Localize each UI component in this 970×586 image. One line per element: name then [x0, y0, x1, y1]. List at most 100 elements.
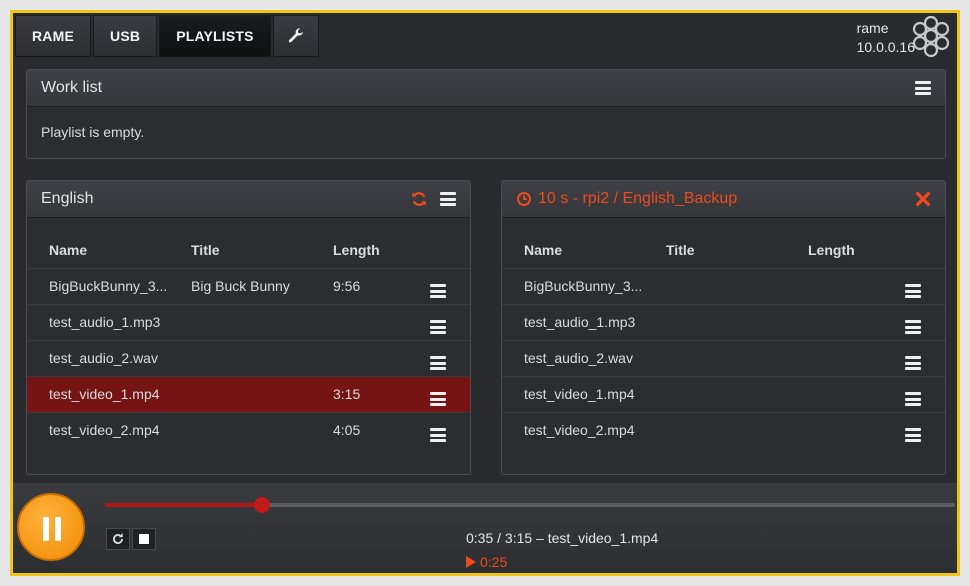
tab-usb[interactable]: USB: [93, 15, 158, 57]
menu-icon[interactable]: [915, 81, 931, 95]
stop-icon: [139, 534, 149, 544]
app-frame: RAME USB PLAYLISTS rame 10.0.0.16 Work l…: [10, 10, 960, 576]
cell-title: [169, 411, 311, 448]
column-name[interactable]: Name: [502, 232, 644, 268]
column-actions: [401, 232, 470, 268]
worklist-empty-text: Playlist is empty.: [41, 124, 145, 140]
cell-length: 3:15: [311, 375, 401, 412]
seek-bar[interactable]: [105, 497, 955, 513]
seek-progress: [105, 503, 263, 507]
playlist-header: 10 s - rpi2 / English_Backup: [502, 181, 945, 218]
menu-icon[interactable]: [905, 284, 921, 298]
cell-name: BigBuckBunny_3...: [27, 267, 169, 304]
top-nav: RAME USB PLAYLISTS: [15, 15, 319, 57]
play-triangle-icon: [466, 556, 476, 568]
playlist-panel-english: English Name Title Length BigBuckBunny_3…: [26, 180, 471, 475]
menu-icon[interactable]: [440, 192, 456, 206]
cell-name: test_video_1.mp4: [27, 375, 169, 412]
pause-icon-bar: [55, 517, 61, 541]
now-playing: 0:35 / 3:15 – test_video_1.mp4: [466, 530, 659, 546]
worklist-header: Work list: [27, 70, 945, 107]
menu-icon[interactable]: [430, 356, 446, 370]
cell-name: test_audio_2.wav: [27, 339, 169, 376]
column-length[interactable]: Length: [311, 232, 401, 268]
pause-button[interactable]: [17, 493, 85, 561]
playlist-panel-backup: 10 s - rpi2 / English_Backup Name Title …: [501, 180, 946, 475]
remaining-time: 0:25: [466, 554, 507, 570]
cell-length: [786, 303, 876, 340]
cell-title: [169, 375, 311, 412]
cell-title: [644, 411, 786, 448]
close-icon[interactable]: [915, 191, 931, 207]
table-row[interactable]: test_audio_1.mp3: [27, 303, 470, 340]
cell-length: [786, 267, 876, 304]
host-info: rame 10.0.0.16: [857, 19, 915, 57]
cell-length: [786, 339, 876, 376]
menu-icon[interactable]: [905, 356, 921, 370]
pause-icon: [43, 517, 49, 541]
cell-name: test_video_1.mp4: [502, 375, 644, 412]
table-row[interactable]: test_video_2.mp4: [502, 411, 945, 448]
tab-rame[interactable]: RAME: [15, 15, 92, 57]
cell-length: [786, 375, 876, 412]
repeat-button[interactable]: [106, 528, 130, 550]
settings-button[interactable]: [272, 15, 319, 57]
cell-title: [644, 267, 786, 304]
column-actions: [876, 232, 945, 268]
playlist-title: English: [41, 190, 94, 207]
cell-name: test_audio_2.wav: [502, 339, 644, 376]
table-row[interactable]: test_video_2.mp4 4:05: [27, 411, 470, 448]
menu-icon[interactable]: [905, 428, 921, 443]
playlist-header: English: [27, 181, 470, 218]
menu-icon[interactable]: [905, 392, 921, 406]
worklist-title: Work list: [41, 79, 103, 96]
menu-icon[interactable]: [430, 428, 446, 443]
table-row[interactable]: BigBuckBunny_3...: [502, 267, 945, 304]
cell-name: test_video_2.mp4: [27, 411, 169, 448]
repeat-icon: [113, 533, 123, 544]
table-row[interactable]: test_audio_2.wav: [27, 339, 470, 376]
cell-length: [311, 303, 401, 340]
menu-icon[interactable]: [430, 284, 446, 298]
column-title[interactable]: Title: [644, 232, 786, 268]
playlist-title: 10 s - rpi2 / English_Backup: [538, 190, 738, 207]
seek-handle[interactable]: [254, 497, 271, 513]
cell-name: test_audio_1.mp3: [27, 303, 169, 340]
table-row-selected[interactable]: test_video_1.mp4 3:15: [27, 375, 470, 412]
cell-length: [311, 339, 401, 376]
logo-icon: [912, 15, 950, 58]
cell-length: 9:56: [311, 267, 401, 304]
cell-title: [169, 339, 311, 376]
cell-name: test_audio_1.mp3: [502, 303, 644, 340]
host-name: rame: [856, 20, 889, 36]
menu-icon[interactable]: [430, 320, 446, 334]
menu-icon[interactable]: [430, 392, 446, 406]
clock-icon: [517, 192, 531, 206]
host-ip: 10.0.0.16: [856, 39, 915, 55]
wrench-icon: [288, 28, 303, 43]
column-name[interactable]: Name: [27, 232, 169, 268]
playlist-table: Name Title Length BigBuckBunny_3... Big …: [27, 232, 470, 448]
cell-title: [644, 375, 786, 412]
cell-name: BigBuckBunny_3...: [502, 267, 644, 304]
menu-icon[interactable]: [905, 320, 921, 334]
cell-title: [169, 303, 311, 340]
table-row[interactable]: BigBuckBunny_3... Big Buck Bunny 9:56: [27, 267, 470, 304]
cell-length: 4:05: [311, 411, 401, 448]
column-length[interactable]: Length: [786, 232, 876, 268]
cell-title: [644, 339, 786, 376]
table-row[interactable]: test_audio_2.wav: [502, 339, 945, 376]
cell-name: test_video_2.mp4: [502, 411, 644, 448]
remaining-value: 0:25: [480, 554, 508, 570]
column-title[interactable]: Title: [169, 232, 311, 268]
stop-button[interactable]: [132, 528, 156, 550]
refresh-icon[interactable]: [410, 190, 428, 208]
table-row[interactable]: test_audio_1.mp3: [502, 303, 945, 340]
cell-title: [644, 303, 786, 340]
playlist-table: Name Title Length BigBuckBunny_3... test…: [502, 232, 945, 448]
tab-playlists[interactable]: PLAYLISTS: [159, 15, 271, 57]
player-bar: 0:35 / 3:15 – test_video_1.mp4 0:25: [13, 483, 957, 573]
worklist-panel: Work list Playlist is empty.: [26, 69, 946, 159]
table-row[interactable]: test_video_1.mp4: [502, 375, 945, 412]
cell-length: [786, 411, 876, 448]
